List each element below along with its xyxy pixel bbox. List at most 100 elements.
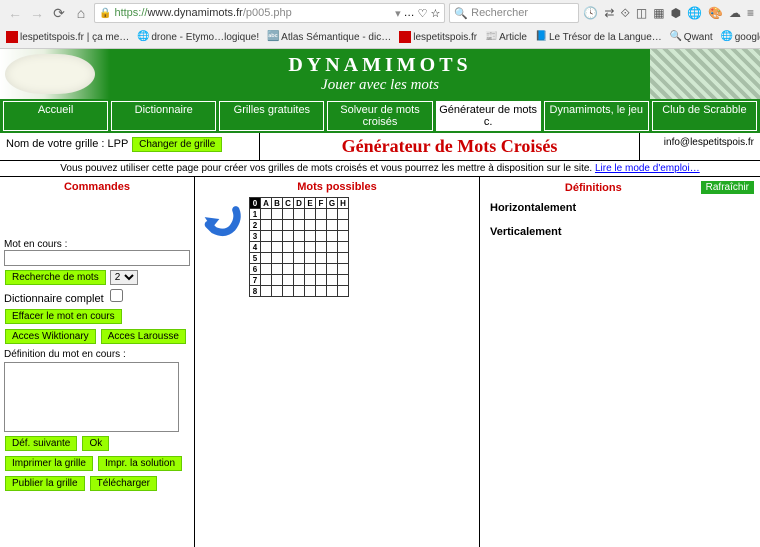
pocket-icon[interactable]: ☆ xyxy=(431,7,441,20)
grid-icon[interactable]: ◫ xyxy=(636,6,647,20)
bookmark-item[interactable]: 🔤Atlas Sémantique - dic… xyxy=(267,31,391,43)
grid-cell[interactable] xyxy=(338,220,349,231)
grid-cell[interactable] xyxy=(338,209,349,220)
grid-cell[interactable] xyxy=(305,286,316,297)
menu-icon[interactable]: ≡ xyxy=(747,6,754,20)
ok-button[interactable]: Ok xyxy=(82,436,109,451)
bookmark-item[interactable]: 🔍Qwant xyxy=(670,31,713,43)
grid-cell[interactable] xyxy=(327,275,338,286)
shield-icon[interactable]: ⬢ xyxy=(671,6,681,20)
larousse-button[interactable]: Acces Larousse xyxy=(101,329,186,344)
grid-cell[interactable] xyxy=(327,220,338,231)
grid-cell[interactable] xyxy=(261,209,272,220)
grid-cell[interactable] xyxy=(261,220,272,231)
grid-cell[interactable] xyxy=(305,209,316,220)
grid-cell[interactable] xyxy=(261,242,272,253)
grid-cell[interactable] xyxy=(272,220,283,231)
grid-cell[interactable] xyxy=(316,231,327,242)
grid-cell[interactable] xyxy=(283,231,294,242)
imprimer-grille-button[interactable]: Imprimer la grille xyxy=(5,456,93,471)
instruction-link[interactable]: Lire le mode d'emploi… xyxy=(595,163,700,174)
library-icon[interactable]: ⟐ xyxy=(620,6,629,21)
grid-cell[interactable] xyxy=(316,220,327,231)
grid-cell[interactable] xyxy=(272,264,283,275)
grid-cell[interactable] xyxy=(316,253,327,264)
grid-cell[interactable] xyxy=(261,275,272,286)
grid-cell[interactable] xyxy=(294,220,305,231)
grid-cell[interactable] xyxy=(316,242,327,253)
bookmark-item[interactable]: lespetitspois.fr xyxy=(399,31,477,43)
grid-cell[interactable] xyxy=(305,242,316,253)
grid-cell[interactable] xyxy=(327,286,338,297)
grid-cell[interactable] xyxy=(272,253,283,264)
grid-cell[interactable] xyxy=(283,253,294,264)
bookmark-item[interactable]: 🌐drone - Etymo…logique! xyxy=(137,31,259,43)
grid-cell[interactable] xyxy=(327,242,338,253)
grid-cell[interactable] xyxy=(283,220,294,231)
contact-email[interactable]: info@lespetitspois.fr xyxy=(664,137,754,148)
grid-cell[interactable] xyxy=(305,253,316,264)
grid-cell[interactable] xyxy=(283,209,294,220)
undo-icon[interactable] xyxy=(201,197,245,241)
grid-cell[interactable] xyxy=(338,275,349,286)
grid-cell[interactable] xyxy=(261,286,272,297)
telecharger-button[interactable]: Télécharger xyxy=(90,476,157,491)
grid-cell[interactable] xyxy=(294,209,305,220)
grid-cell[interactable] xyxy=(305,220,316,231)
bookmark-item[interactable]: 📰Article xyxy=(485,31,527,43)
grid-cell[interactable] xyxy=(305,231,316,242)
nav-solveur[interactable]: Solveur de mots croisés xyxy=(327,101,432,131)
grid-cell[interactable] xyxy=(294,242,305,253)
network-icon[interactable]: ⇄ xyxy=(604,6,614,20)
mot-en-cours-input[interactable] xyxy=(4,250,190,266)
rafraichir-button[interactable]: Rafraîchir xyxy=(701,181,754,194)
grid-cell[interactable] xyxy=(261,231,272,242)
grid-cell[interactable] xyxy=(261,264,272,275)
globe-icon[interactable]: 🌐 xyxy=(687,6,702,20)
url-bar[interactable]: 🔒 https://www.dynamimots.fr/p005.php ▾ …… xyxy=(94,3,445,23)
grid-cell[interactable] xyxy=(316,209,327,220)
dropdown-icon[interactable]: ▾ xyxy=(395,7,401,20)
grid-cell[interactable] xyxy=(272,231,283,242)
grid-cell[interactable] xyxy=(283,264,294,275)
grid-cell[interactable] xyxy=(272,209,283,220)
grid-cell[interactable] xyxy=(283,242,294,253)
back-button[interactable]: ← xyxy=(6,4,24,22)
grid-cell[interactable] xyxy=(272,242,283,253)
def-suivante-button[interactable]: Déf. suivante xyxy=(5,436,77,451)
nav-scrabble[interactable]: Club de Scrabble xyxy=(652,101,757,131)
definition-textarea[interactable] xyxy=(4,362,179,432)
bookmark-item[interactable]: lespetitspois.fr | ça me… xyxy=(6,31,129,43)
grid-cell[interactable] xyxy=(327,209,338,220)
grid-cell[interactable] xyxy=(294,264,305,275)
publier-grille-button[interactable]: Publier la grille xyxy=(5,476,85,491)
grid-cell[interactable] xyxy=(305,264,316,275)
home-button[interactable]: ⌂ xyxy=(72,4,90,22)
nav-jeu[interactable]: Dynamimots, le jeu xyxy=(544,101,649,131)
grid-cell[interactable] xyxy=(294,253,305,264)
bookmark-star-icon[interactable]: ♡ xyxy=(418,7,428,20)
grid-cell[interactable] xyxy=(294,231,305,242)
cloud-icon[interactable]: ☁ xyxy=(729,6,741,20)
reload-button[interactable]: ⟳ xyxy=(50,4,68,22)
bookmark-item[interactable]: 🌐google birthday surpri… xyxy=(721,31,760,43)
crossword-grid[interactable]: 0 ABCDEFGH 1 2 3 4 5 6 7 8 xyxy=(249,197,349,297)
recherche-count-select[interactable]: 2 xyxy=(110,270,138,285)
wiktionary-button[interactable]: Acces Wiktionary xyxy=(5,329,96,344)
clock-icon[interactable]: 🕓 xyxy=(583,6,598,20)
grid-cell[interactable] xyxy=(294,286,305,297)
grid-cell[interactable] xyxy=(338,253,349,264)
grid-cell[interactable] xyxy=(338,264,349,275)
effacer-mot-button[interactable]: Effacer le mot en cours xyxy=(5,309,122,324)
dict-complet-checkbox[interactable] xyxy=(110,289,123,302)
grid-cell[interactable] xyxy=(305,275,316,286)
grid-cell[interactable] xyxy=(261,253,272,264)
nav-grilles[interactable]: Grilles gratuites xyxy=(219,101,324,131)
forward-button[interactable]: → xyxy=(28,4,46,22)
grid-cell[interactable] xyxy=(283,275,294,286)
nav-generateur[interactable]: Générateur de mots c. xyxy=(436,101,541,131)
grid-cell[interactable] xyxy=(283,286,294,297)
feed-icon[interactable]: ▦ xyxy=(653,6,664,20)
nav-dictionnaire[interactable]: Dictionnaire xyxy=(111,101,216,131)
grid-cell[interactable] xyxy=(316,264,327,275)
